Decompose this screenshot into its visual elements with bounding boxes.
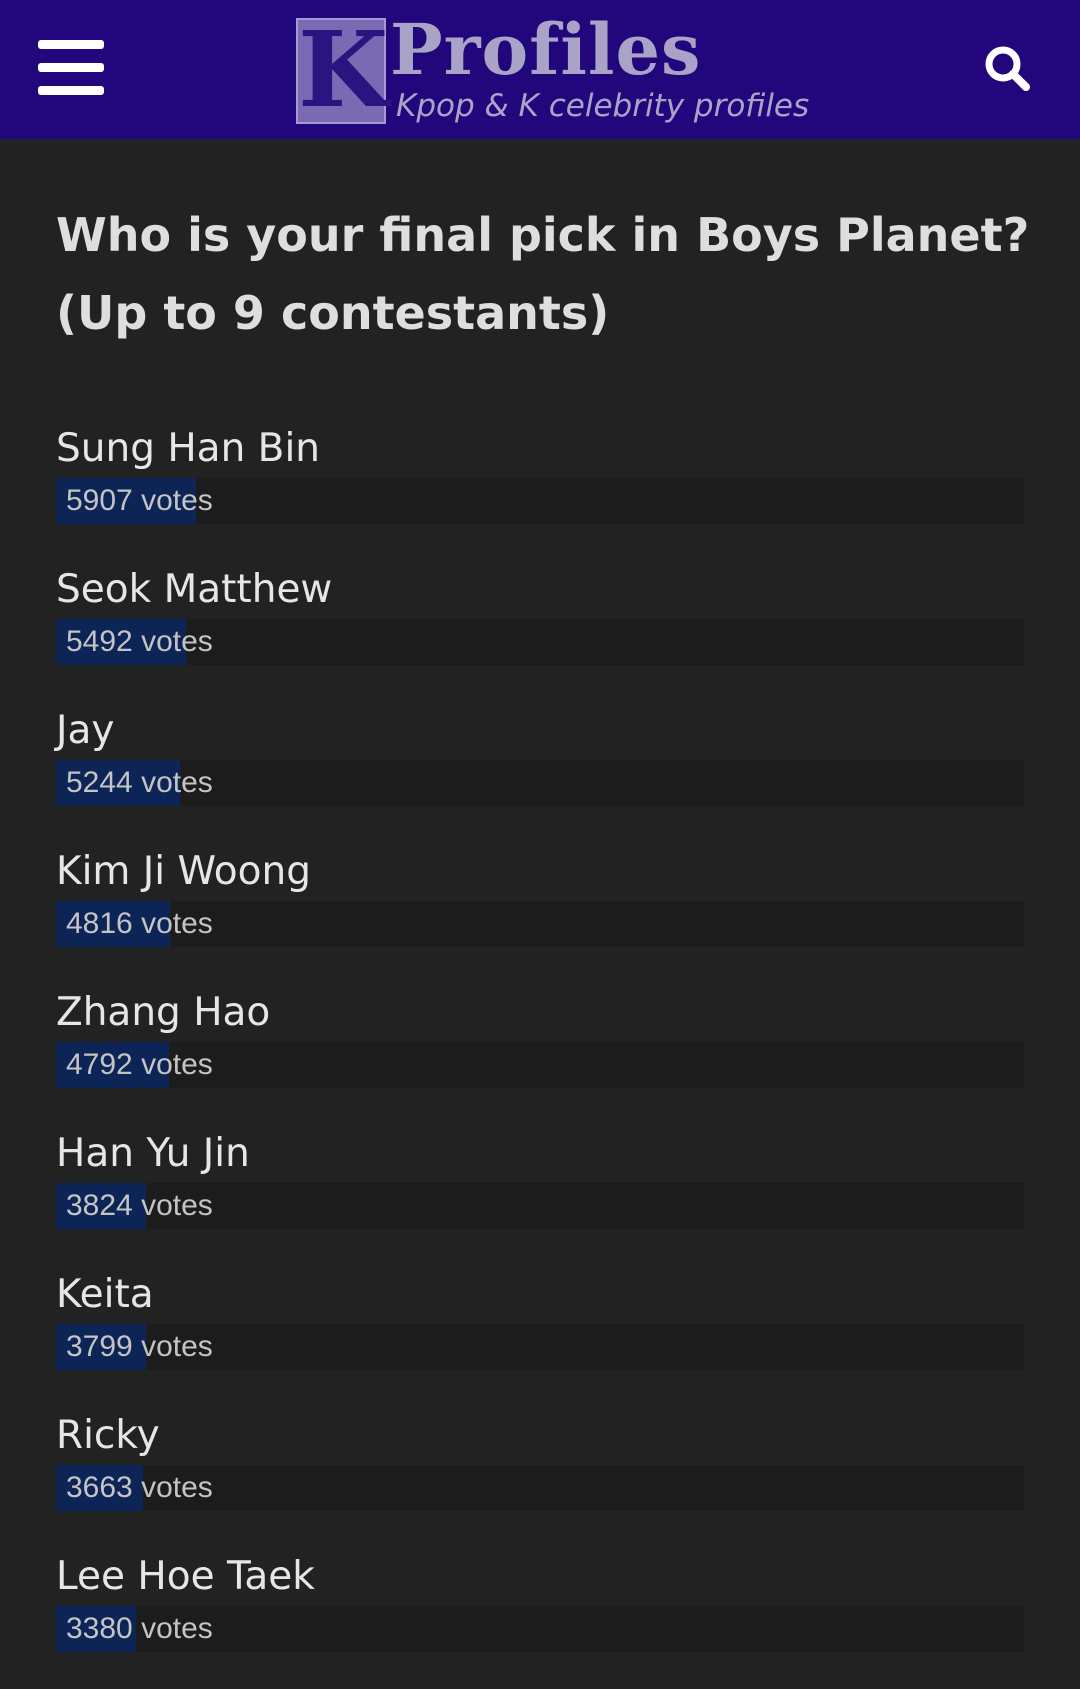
poll-option-name: Zhang Hao <box>56 990 271 1035</box>
site-header: K Profiles Kpop & K celebrity profiles <box>0 0 1080 139</box>
poll-option-votes: 4792 votes <box>66 1048 213 1081</box>
poll-option-votes: 3824 votes <box>66 1189 213 1222</box>
poll-option-bar-track: 3663 votes <box>56 1465 1024 1511</box>
logo-tagline: Kpop & K celebrity profiles <box>396 88 810 124</box>
poll-option-name: Seok Matthew <box>56 567 333 612</box>
poll-option-bar-track: 4792 votes <box>56 1042 1024 1088</box>
menu-bar <box>38 63 104 72</box>
poll-option-name: Sung Han Bin <box>56 426 320 471</box>
menu-bar <box>38 86 104 95</box>
poll-option[interactable]: Kim Ji Woong 4816 votes <box>56 843 1024 984</box>
poll-option-name: Lee Hoe Taek <box>56 1554 315 1599</box>
menu-bar <box>38 40 104 49</box>
poll-option-bar-track: 4816 votes <box>56 901 1024 947</box>
hamburger-menu-icon[interactable] <box>38 40 104 96</box>
poll-option-bar-track: 5907 votes <box>56 478 1024 524</box>
poll-option-votes: 5244 votes <box>66 766 213 799</box>
poll-option[interactable]: Zhang Hao 4792 votes <box>56 984 1024 1125</box>
poll-option-name: Keita <box>56 1272 154 1317</box>
search-icon-graphic <box>985 46 1030 91</box>
poll-option-bar-track: 5244 votes <box>56 760 1024 806</box>
poll-option-votes: 4816 votes <box>66 907 213 940</box>
poll-option-votes: 5907 votes <box>66 484 213 517</box>
poll-option-name: Jay <box>56 708 115 753</box>
poll-option-bar-track: 3380 votes <box>56 1606 1024 1652</box>
poll-option-votes: 3799 votes <box>66 1330 213 1363</box>
poll-option-votes: 3663 votes <box>66 1471 213 1504</box>
poll-option-name: Han Yu Jin <box>56 1131 250 1176</box>
poll-option[interactable]: Ricky 3663 votes <box>56 1407 1024 1548</box>
poll-option[interactable]: Keita 3799 votes <box>56 1266 1024 1407</box>
poll-option[interactable]: Seok Matthew 5492 votes <box>56 561 1024 702</box>
poll-option-name: Ricky <box>56 1413 160 1458</box>
poll-title: Who is your final pick in Boys Planet? (… <box>56 208 1030 340</box>
poll-option-bar-track: 3824 votes <box>56 1183 1024 1229</box>
poll-option-bar-track: 3799 votes <box>56 1324 1024 1370</box>
poll-results-list: Sung Han Bin 5907 votes Seok Matthew 5492 v… <box>56 420 1024 1689</box>
poll-option-votes: 3380 votes <box>66 1612 213 1645</box>
logo-k-box: K <box>296 8 389 131</box>
poll-option[interactable]: Sung Han Bin 5907 votes <box>56 420 1024 561</box>
site-logo[interactable]: K Profiles Kpop & K celebrity profiles <box>296 8 816 131</box>
poll-option-name: Kim Ji Woong <box>56 849 312 894</box>
poll-option[interactable]: Jay 5244 votes <box>56 702 1024 843</box>
poll-option[interactable]: Lee Hoe Taek 3380 votes <box>56 1548 1024 1689</box>
poll-option[interactable]: Han Yu Jin 3824 votes <box>56 1125 1024 1266</box>
search-icon[interactable] <box>983 44 1031 92</box>
poll-option-bar-track: 5492 votes <box>56 619 1024 665</box>
poll-option-votes: 5492 votes <box>66 625 213 658</box>
logo-wordmark: Profiles <box>390 8 702 91</box>
